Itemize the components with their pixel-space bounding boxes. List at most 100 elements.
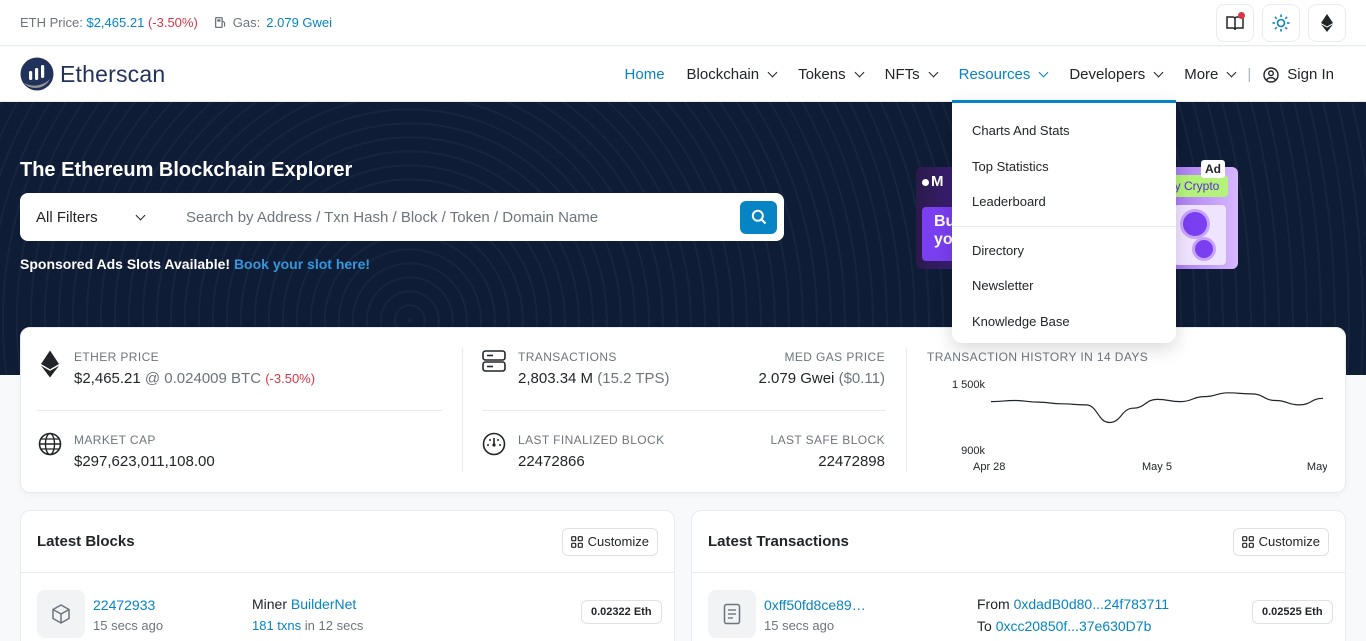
chevron-down-icon [928, 67, 939, 78]
sign-in-link[interactable]: Sign In [1263, 66, 1334, 83]
menu-divider [952, 225, 1176, 227]
document-icon [723, 603, 741, 625]
to-label: To [977, 618, 992, 634]
market-cap-stat: MARKET CAP $297,623,011,108.00 [74, 433, 215, 470]
notification-dot [1238, 12, 1245, 19]
last-finalized-label: LAST FINALIZED BLOCK [518, 433, 665, 447]
customize-label: Customize [587, 534, 649, 549]
transactions-label: TRANSACTIONS [518, 350, 617, 364]
x-tick-label: Apr 28 [973, 461, 1005, 473]
nav-blockchain[interactable]: Blockchain [686, 66, 778, 83]
network-stats-card: ETHER PRICE $2,465.21 @ 0.024009 BTC (-3… [20, 327, 1346, 493]
miner-label: Miner [252, 596, 288, 612]
search-button[interactable] [740, 200, 777, 234]
txns-row: 181 txns in 12 secs [252, 618, 363, 633]
ether-price-change: (-3.50%) [265, 371, 316, 386]
transaction-icon-box [708, 590, 756, 638]
market-cap-label: MARKET CAP [74, 433, 156, 447]
nav-nfts[interactable]: NFTs [885, 66, 939, 83]
tx-hash-link[interactable]: 0xff50fd8ce89… [764, 597, 866, 613]
user-circle-icon [1263, 66, 1279, 83]
nav-home-label: Home [624, 66, 665, 83]
divider [482, 410, 886, 411]
med-gas-stat: MED GAS PRICE 2.079 Gwei ($0.11) [759, 350, 885, 387]
server-icon [482, 350, 506, 372]
eth-price-value[interactable]: $2,465.21 [86, 15, 144, 30]
search-input[interactable] [170, 208, 740, 226]
menu-item-top-statistics[interactable]: Top Statistics [952, 149, 1176, 185]
menu-item-directory[interactable]: Directory [952, 233, 1176, 269]
customize-button[interactable]: Customize [561, 527, 658, 556]
nav-home[interactable]: Home [625, 66, 665, 83]
speedometer-icon [482, 432, 506, 456]
divider [906, 348, 907, 472]
tps-value: (15.2 TPS) [597, 370, 670, 387]
nav-developers[interactable]: Developers [1069, 66, 1164, 83]
gas-pump-icon [214, 16, 225, 29]
ethereum-icon [41, 350, 59, 378]
latest-transactions-header: Latest Transactions Customize [692, 511, 1345, 573]
block-number-link[interactable]: 22472933 [93, 597, 155, 613]
network-button[interactable] [1308, 4, 1346, 42]
nav-resources-label: Resources [958, 66, 1031, 83]
nav-tokens[interactable]: Tokens [798, 66, 865, 83]
x-tick-label: May 5 [1142, 461, 1172, 473]
ad-coin-graphic [1174, 205, 1226, 265]
ad-brand: M [922, 173, 944, 190]
ether-price-value[interactable]: $2,465.21 [74, 370, 141, 387]
miner-link[interactable]: BuilderNet [291, 596, 356, 612]
nav-more[interactable]: More [1184, 66, 1237, 83]
transactions-value[interactable]: 2,803.34 M [518, 370, 593, 387]
last-safe-value[interactable]: 22472898 [771, 453, 885, 470]
customize-label: Customize [1258, 534, 1320, 549]
to-address-link[interactable]: 0xcc20850f...37e630D7b [996, 618, 1152, 634]
chevron-down-icon [767, 67, 778, 78]
menu-item-knowledge-base[interactable]: Knowledge Base [952, 304, 1176, 340]
tx-to-row: To 0xcc20850f...37e630D7b [977, 618, 1151, 634]
nav-separator: | [1247, 66, 1252, 83]
gas-value[interactable]: 2.079 Gwei [266, 15, 332, 30]
customize-button[interactable]: Customize [1232, 527, 1329, 556]
book-button[interactable] [1216, 4, 1254, 42]
divider [462, 348, 463, 472]
book-slot-link[interactable]: Book your slot here! [234, 256, 370, 272]
sun-icon [1272, 14, 1290, 32]
latest-transactions-card: Latest Transactions Customize 0xff50fd8c… [691, 510, 1346, 641]
chevron-down-icon [854, 67, 865, 78]
main-navbar: Etherscan Home Blockchain Tokens NFTs Re… [0, 47, 1366, 102]
menu-item-newsletter[interactable]: Newsletter [952, 268, 1176, 304]
transaction-history-chart[interactable]: 1 500k 900k Apr 28 May 5 May 12 [927, 370, 1327, 478]
nav-blockchain-label: Blockchain [686, 66, 760, 83]
nav-tokens-label: Tokens [798, 66, 846, 83]
ad-badge: Ad [1201, 160, 1225, 178]
nav-resources[interactable]: Resources [958, 66, 1049, 83]
menu-item-leaderboard[interactable]: Leaderboard [952, 184, 1176, 220]
eth-price-label: ETH Price: [20, 15, 83, 30]
block-row: 22472933 15 secs ago Miner BuilderNet 18… [21, 573, 674, 641]
last-finalized-value[interactable]: 22472866 [518, 453, 665, 470]
txns-link[interactable]: 181 txns [252, 618, 301, 633]
y-tick-label: 900k [961, 445, 985, 457]
globe-icon [38, 432, 62, 456]
from-address-link[interactable]: 0xdadB0d80...24f783711 [1014, 596, 1169, 612]
transactions-stat: TRANSACTIONS 2,803.34 M (15.2 TPS) [518, 350, 670, 387]
search-bar: All Filters [20, 193, 784, 241]
transactions-value-row: 2,803.34 M (15.2 TPS) [518, 370, 670, 387]
eth-price-change: (-3.50%) [147, 15, 198, 30]
sponsored-ads-text: Sponsored Ads Slots Available! Book your… [20, 256, 370, 272]
med-gas-value[interactable]: 2.079 Gwei [759, 370, 835, 387]
chevron-down-icon [135, 210, 146, 220]
theme-toggle-button[interactable] [1262, 4, 1300, 42]
chevron-down-icon [1226, 67, 1237, 78]
etherscan-logo[interactable]: Etherscan [20, 57, 165, 91]
nav-more-label: More [1184, 66, 1219, 83]
tx-value-badge: 0.02525 Eth [1252, 600, 1333, 624]
ether-price-btc: @ 0.024009 BTC [144, 370, 262, 387]
cube-icon [52, 604, 70, 624]
search-filter-select[interactable]: All Filters [20, 209, 170, 226]
top-bar: ETH Price: $2,465.21 (-3.50%) Gas: 2.079… [0, 0, 1366, 46]
txns-time: in 12 secs [304, 618, 364, 633]
latest-blocks-title: Latest Blocks [37, 533, 135, 550]
menu-item-charts-and-stats[interactable]: Charts And Stats [952, 113, 1176, 149]
last-finalized-stat: LAST FINALIZED BLOCK 22472866 [518, 433, 665, 470]
